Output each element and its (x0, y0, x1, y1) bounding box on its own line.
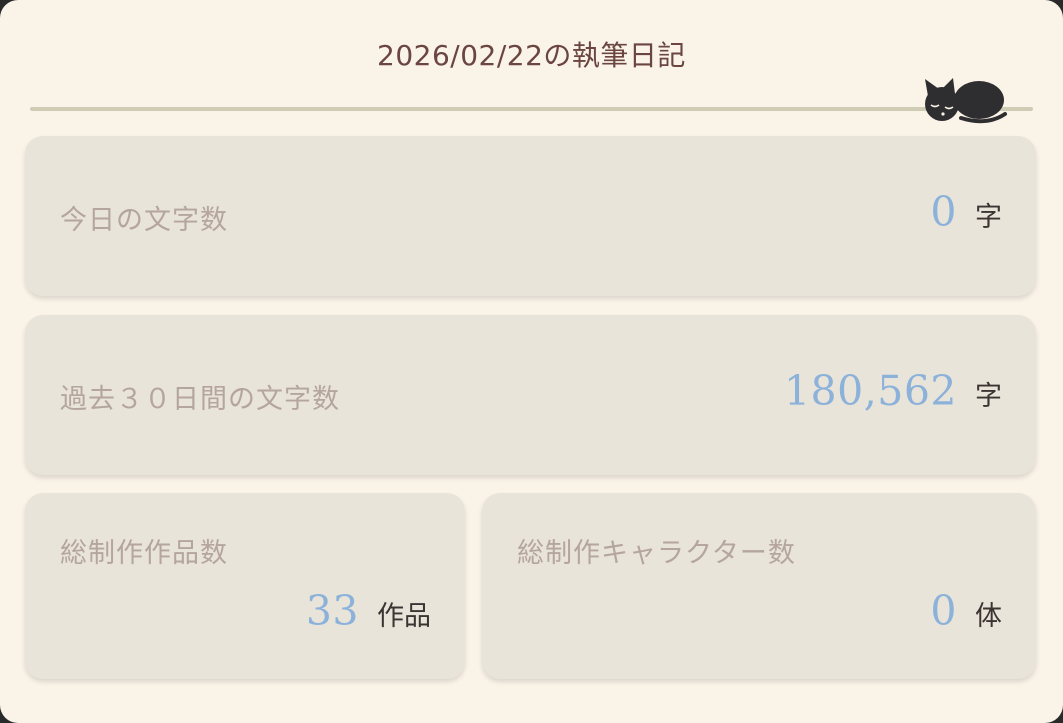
today-char-count-value-group: 0 字 (930, 188, 1002, 236)
page-title: 2026/02/22の執筆日記 (377, 39, 686, 72)
today-char-count-unit: 字 (975, 202, 1002, 233)
header-divider (30, 107, 1033, 111)
last-30-days-char-count-unit: 字 (975, 381, 1002, 412)
last-30-days-char-count-value: 180,562 (783, 367, 957, 415)
total-works-unit: 作品 (377, 601, 431, 632)
total-works-value-group: 33 作品 (306, 587, 431, 635)
today-char-count-card: 今日の文字数 0 字 (25, 136, 1036, 296)
total-works-label: 総制作作品数 (60, 538, 228, 569)
total-characters-unit: 体 (975, 601, 1002, 632)
sleeping-cat-icon (925, 78, 1007, 124)
total-characters-label: 総制作キャラクター数 (517, 538, 796, 569)
last-30-days-char-count-card: 過去３０日間の文字数 180,562 字 (25, 315, 1036, 475)
writing-diary-panel: 2026/02/22の執筆日記 今日の文字数 0 字 過去３０日間の文字数 18… (0, 0, 1063, 723)
today-char-count-label: 今日の文字数 (60, 205, 228, 236)
today-char-count-value: 0 (930, 188, 957, 236)
last-30-days-char-count-label: 過去３０日間の文字数 (60, 384, 340, 415)
total-characters-value-group: 0 体 (930, 587, 1002, 635)
total-works-value: 33 (305, 587, 359, 635)
total-characters-value: 0 (930, 587, 957, 635)
total-works-card: 総制作作品数 33 作品 (25, 493, 465, 679)
last-30-days-char-count-value-group: 180,562 字 (784, 367, 1002, 415)
total-characters-card: 総制作キャラクター数 0 体 (482, 493, 1036, 679)
